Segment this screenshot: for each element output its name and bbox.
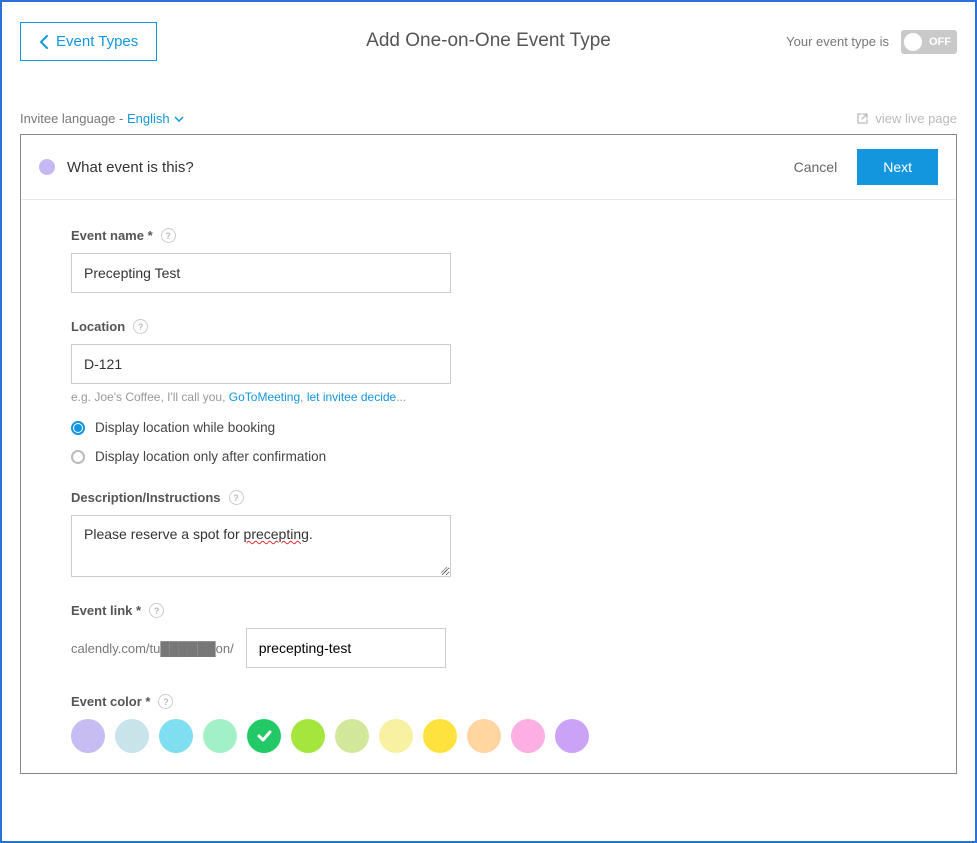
color-swatch[interactable] [115, 719, 149, 753]
invitee-language: Invitee language - English [20, 111, 184, 126]
color-swatch[interactable] [423, 719, 457, 753]
location-label: Location [71, 319, 125, 334]
spellcheck-word: precepting [244, 526, 309, 542]
cancel-button[interactable]: Cancel [794, 159, 838, 175]
panel-title: What event is this? [67, 159, 194, 176]
description-label: Description/Instructions [71, 490, 221, 505]
color-swatch[interactable] [291, 719, 325, 753]
help-icon[interactable]: ? [149, 603, 164, 618]
back-event-types-button[interactable]: Event Types [20, 22, 157, 61]
panel-header: What event is this? Cancel Next [21, 135, 956, 200]
event-color-group: Event color * ? [71, 694, 906, 753]
radio-display-after-confirmation[interactable]: Display location only after confirmation [71, 449, 906, 464]
event-type-toggle[interactable]: OFF [901, 30, 957, 54]
status-label: Your event type is [786, 34, 889, 49]
color-swatch[interactable] [247, 719, 281, 753]
event-panel: What event is this? Cancel Next Event na… [20, 134, 957, 774]
color-swatch[interactable] [71, 719, 105, 753]
color-swatches [71, 719, 906, 753]
location-display-radio-group: Display location while booking Display l… [71, 420, 906, 464]
color-swatch[interactable] [511, 719, 545, 753]
color-swatch[interactable] [379, 719, 413, 753]
view-live-page-link[interactable]: view live page [856, 111, 957, 126]
location-input[interactable] [71, 344, 451, 384]
location-hint: e.g. Joe's Coffee, I'll call you, GoToMe… [71, 390, 906, 404]
event-link-label: Event link * [71, 603, 141, 618]
event-link-prefix: calendly.com/tu██████on/ [71, 641, 234, 656]
event-link-input[interactable] [246, 628, 446, 668]
subheader: Invitee language - English view live pag… [20, 111, 957, 126]
event-color-label: Event color * [71, 694, 150, 709]
color-swatch[interactable] [467, 719, 501, 753]
help-icon[interactable]: ? [161, 228, 176, 243]
color-swatch[interactable] [159, 719, 193, 753]
event-link-group: Event link * ? calendly.com/tu██████on/ [71, 603, 906, 668]
color-swatch[interactable] [555, 719, 589, 753]
location-group: Location ? e.g. Joe's Coffee, I'll call … [71, 319, 906, 464]
help-icon[interactable]: ? [133, 319, 148, 334]
event-name-group: Event name * ? [71, 228, 906, 293]
help-icon[interactable]: ? [229, 490, 244, 505]
radio-display-while-booking[interactable]: Display location while booking [71, 420, 906, 435]
color-swatch[interactable] [203, 719, 237, 753]
let-invitee-decide-link[interactable]: let invitee decide [307, 390, 396, 404]
event-name-input[interactable] [71, 253, 451, 293]
chevron-down-icon [174, 116, 184, 122]
description-group: Description/Instructions ? Please reserv… [71, 490, 906, 577]
panel-body: Event name * ? Location ? e.g. Joe's Cof… [21, 200, 956, 773]
radio-icon [71, 421, 85, 435]
language-dropdown[interactable]: English [127, 111, 184, 126]
header: Event Types Your event type is OFF [20, 2, 957, 81]
external-link-icon [856, 112, 869, 125]
resize-handle-icon [438, 564, 448, 574]
event-name-label: Event name * [71, 228, 153, 243]
toggle-knob [904, 33, 922, 51]
next-button[interactable]: Next [857, 149, 938, 185]
toggle-value: OFF [929, 36, 951, 48]
chevron-left-icon [39, 35, 48, 49]
color-swatch[interactable] [335, 719, 369, 753]
description-textarea[interactable]: Please reserve a spot for precepting. [71, 515, 451, 577]
header-right: Your event type is OFF [786, 30, 957, 54]
help-icon[interactable]: ? [158, 694, 173, 709]
check-icon [255, 727, 273, 745]
back-label: Event Types [56, 33, 138, 50]
radio-icon [71, 450, 85, 464]
app-frame: Add One-on-One Event Type Event Types Yo… [0, 0, 977, 843]
gotomeeting-link[interactable]: GoToMeeting [229, 390, 300, 404]
section-indicator-icon [39, 159, 55, 175]
